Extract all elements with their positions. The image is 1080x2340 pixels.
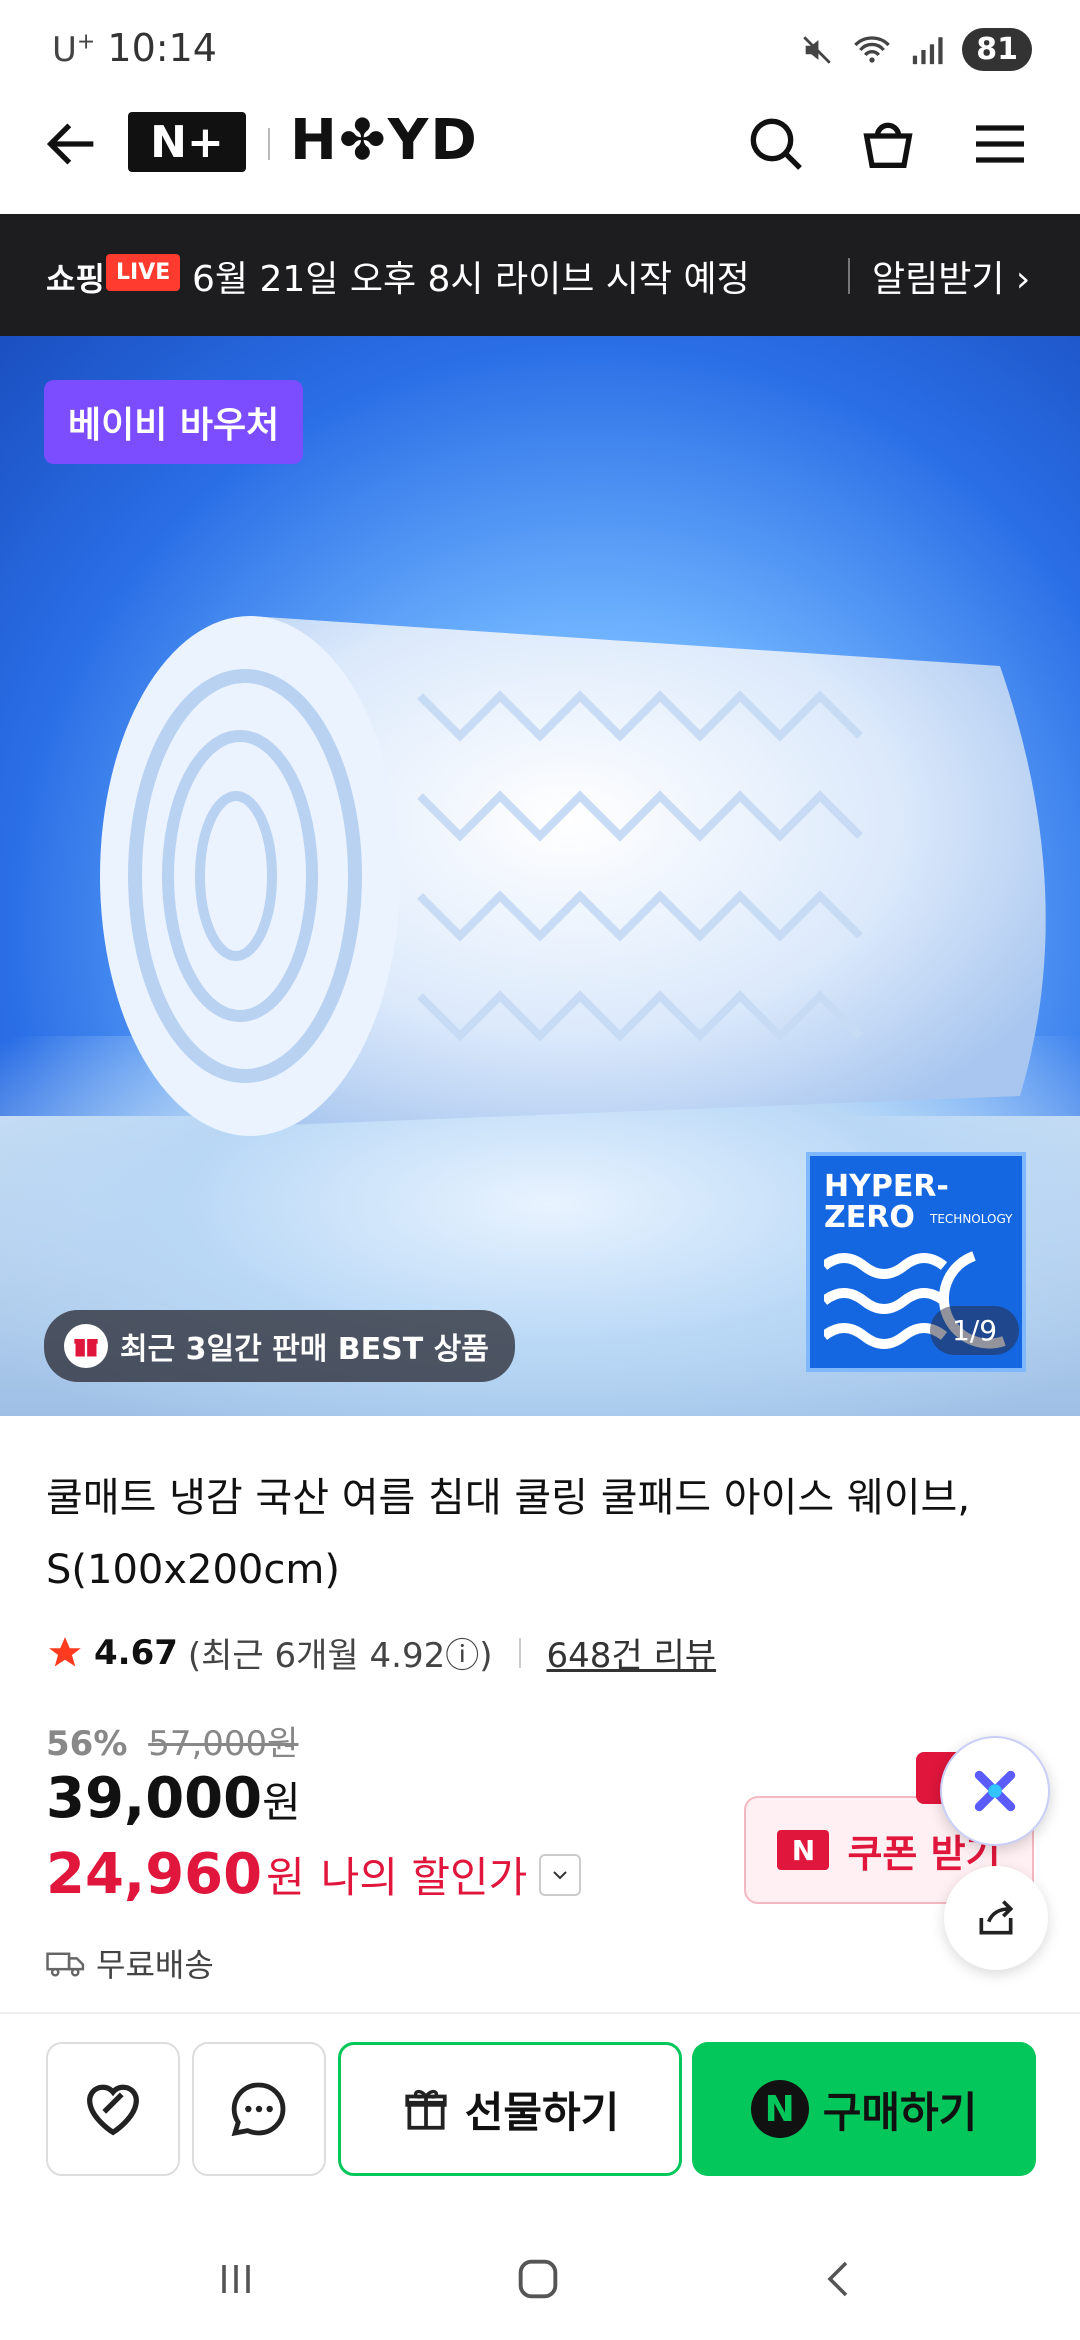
naver-n-badge: N [777,1830,830,1870]
hyper-text: HYPER- [824,1169,949,1204]
nav-back-button[interactable] [800,2244,880,2314]
my-discount-price[interactable]: 24,960 원 나의 할인가 [46,1842,582,1907]
sale-price: 39,000원 [46,1766,301,1831]
live-badge: LIVE [106,254,181,291]
home-icon [518,2259,558,2299]
live-divider [848,258,850,294]
gift-box-icon [405,2089,447,2130]
share-button[interactable] [944,1866,1048,1970]
shipping-info: 무료배송 [46,1940,214,1986]
original-price-row: 56% 57,000원 [46,1716,298,1765]
heart-icon [87,2084,139,2136]
original-price: 57,000원 [148,1724,299,1764]
wifi-icon [854,35,891,63]
bottom-divider [0,2012,1080,2014]
rating-separator [518,1637,521,1668]
product-image-carousel[interactable]: 베이비 바우처 최근 3일간 판매 BEST 상품 HYPER- ZERO TE… [0,336,1080,1416]
best-seller-badge: 최근 3일간 판매 BEST 상품 [44,1310,515,1382]
shopping-label: 쇼핑 [46,260,105,298]
status-bar: U+ 10:14 81 [0,0,1080,100]
status-icons: 81 [800,28,1032,71]
discount-percent: 56% [46,1724,128,1764]
system-nav-bar [0,2220,1080,2340]
brand-logo[interactable]: H✤YD [290,108,479,173]
chat-button[interactable] [192,2042,326,2176]
menu-icon[interactable] [968,112,1032,176]
search-icon[interactable] [744,112,808,176]
buy-button[interactable]: N 구매하기 [692,2042,1036,2176]
battery-indicator: 81 [962,28,1032,71]
sale-price-value: 39,000 [46,1766,263,1831]
live-schedule-text: 6월 21일 오후 8시 라이브 시작 예정 [192,259,750,300]
my-price-unit: 원 [266,1853,305,1902]
home-button[interactable] [498,2244,578,2314]
truck-icon [46,1952,85,1977]
rating-recent[interactable]: (최근 6개월 4.92ⓘ) [188,1628,493,1677]
gift-button[interactable]: 선물하기 [338,2042,682,2176]
technology-text: TECHNOLOGY [930,1212,1013,1226]
logo-separator [268,128,270,160]
chevron-down-icon[interactable] [539,1853,582,1896]
carrier: U+ [52,29,96,70]
nplus-logo[interactable]: N+ [128,112,246,172]
rating-score: 4.67 [94,1632,178,1673]
product-title: 쿨매트 냉감 국산 여름 침대 쿨링 쿨패드 아이스 웨이브, S(100x20… [46,1475,971,1593]
signal-icon [913,36,943,64]
naver-pay-icon: N [750,2080,809,2138]
cart-bag-icon[interactable] [856,112,920,176]
shipping-text: 무료배송 [96,1946,214,1984]
best-seller-text: 최근 3일간 판매 BEST 상품 [120,1332,489,1367]
my-price-value: 24,960 [46,1842,263,1907]
chat-bubble-icon [231,2082,286,2137]
image-counter: 1/9 [930,1306,1020,1355]
nav-back-icon [827,2261,848,2297]
status-left: U+ 10:14 [52,26,217,70]
baby-voucher-badge: 베이비 바우처 [44,380,304,464]
share-icon [979,1900,1014,1935]
gift-label: 선물하기 [464,2087,620,2137]
status-time: 10:14 [107,26,217,70]
star-icon [49,1636,81,1666]
ai-sparkle-icon [974,1770,1016,1812]
gift-icon [64,1324,108,1368]
notify-me-button[interactable]: 알림받기 › [872,250,1030,302]
sale-price-unit: 원 [262,1778,301,1827]
back-arrow-icon[interactable] [40,112,104,176]
rating-row: 4.67 (최근 6개월 4.92ⓘ) 648건 리뷰 [46,1628,716,1677]
wishlist-button[interactable] [46,2042,180,2176]
mute-icon [803,35,832,64]
my-price-label: 나의 할인가 [320,1853,528,1902]
live-banner[interactable]: 쇼핑 LIVE 6월 21일 오후 8시 라이브 시작 예정 알림받기 › [0,214,1080,336]
recents-icon [222,2265,250,2293]
reviews-link[interactable]: 648건 리뷰 [547,1628,717,1677]
buy-label: 구매하기 [822,2087,978,2137]
recents-button[interactable] [196,2244,276,2314]
ai-assistant-button[interactable] [940,1736,1050,1846]
zero-text: ZERO [824,1200,915,1235]
